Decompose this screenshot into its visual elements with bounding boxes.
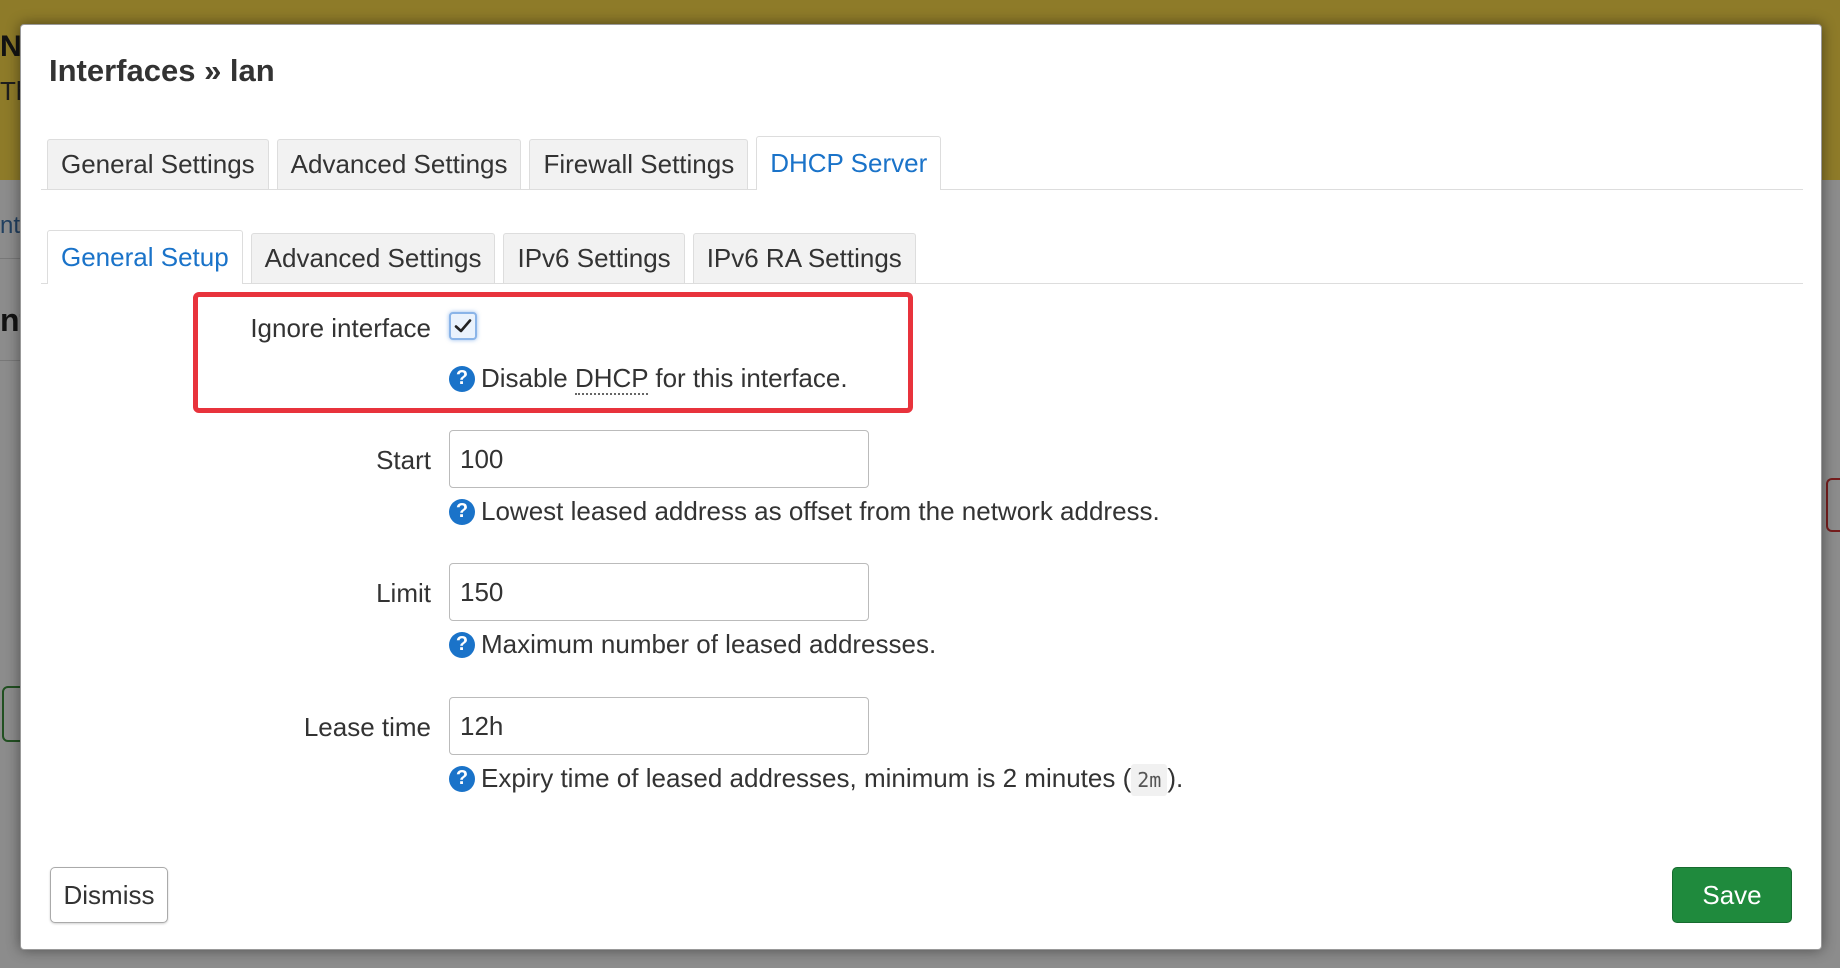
subtab-general-setup[interactable]: General Setup (47, 230, 243, 284)
tab-advanced-settings[interactable]: Advanced Settings (276, 139, 522, 189)
subtab-advanced-settings[interactable]: Advanced Settings (250, 233, 496, 283)
limit-input[interactable] (449, 563, 869, 621)
ignore-interface-hint: ? Disable DHCP for this interface. (449, 363, 848, 395)
start-hint: ? Lowest leased address as offset from t… (449, 496, 1160, 527)
main-tabbar: General Settings Advanced Settings Firew… (41, 136, 1803, 190)
start-input[interactable] (449, 430, 869, 488)
dhcp-abbreviation: DHCP (574, 363, 649, 395)
tab-firewall-settings[interactable]: Firewall Settings (529, 139, 749, 189)
help-icon: ? (449, 365, 475, 392)
interface-modal: Interfaces » lan General Settings Advanc… (20, 24, 1822, 950)
subtab-ipv6-ra-settings[interactable]: IPv6 RA Settings (692, 233, 916, 283)
limit-label: Limit (376, 578, 431, 608)
tab-dhcp-server[interactable]: DHCP Server (756, 136, 942, 190)
hint-text: Maximum number of leased addresses. (481, 629, 937, 659)
hint-text: for this interface. (648, 363, 848, 393)
limit-hint: ? Maximum number of leased addresses. (449, 629, 936, 660)
check-icon (454, 319, 472, 333)
modal-title: Interfaces » lan (49, 53, 275, 88)
hint-text: Expiry time of leased addresses, minimum… (481, 763, 1132, 793)
code-snippet: 2m (1131, 764, 1168, 796)
highlight-box (193, 292, 913, 413)
save-button[interactable]: Save (1672, 867, 1792, 923)
lease-time-label: Lease time (303, 712, 431, 742)
start-label: Start (376, 445, 431, 475)
ignore-interface-label: Ignore interface (250, 313, 431, 343)
help-icon: ? (449, 631, 475, 658)
tab-general-settings[interactable]: General Settings (47, 139, 269, 189)
dismiss-button[interactable]: Dismiss (50, 867, 168, 923)
help-icon: ? (449, 765, 475, 792)
sub-tabbar: General Setup Advanced Settings IPv6 Set… (41, 230, 1803, 284)
lease-time-hint: ? Expiry time of leased addresses, minim… (449, 763, 1184, 796)
ignore-interface-checkbox[interactable] (449, 312, 477, 340)
lease-time-input[interactable] (449, 697, 869, 755)
hint-text: Lowest leased address as offset from the… (481, 496, 1160, 526)
hint-text: ). (1167, 763, 1184, 793)
help-icon: ? (449, 498, 475, 525)
hint-text: Disable (481, 363, 575, 393)
subtab-ipv6-settings[interactable]: IPv6 Settings (503, 233, 685, 283)
